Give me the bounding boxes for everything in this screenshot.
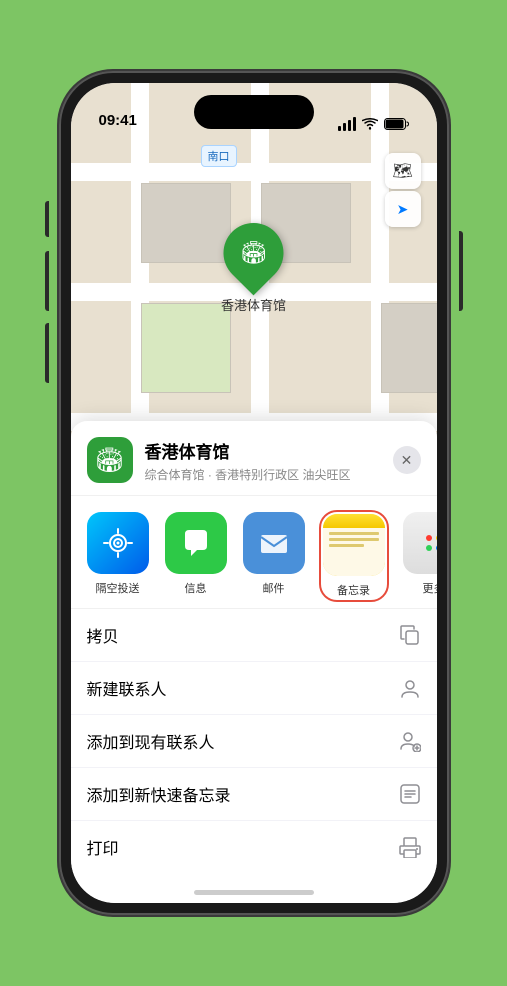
copy-icon — [399, 624, 421, 646]
volume-down-button[interactable] — [45, 323, 49, 383]
battery-icon — [384, 118, 409, 130]
share-app-airdrop[interactable]: 隔空投送 — [87, 512, 149, 596]
share-app-mail[interactable]: 邮件 — [243, 512, 305, 596]
map-type-button[interactable]: 🗺 — [385, 153, 421, 189]
more-icon — [403, 512, 437, 574]
notes-label: 备忘录 — [337, 582, 370, 598]
mail-label: 邮件 — [263, 580, 285, 596]
notes-icon — [323, 514, 385, 576]
location-icon: ➤ — [397, 201, 409, 218]
messages-icon — [165, 512, 227, 574]
add-existing-label: 添加到现有联系人 — [87, 729, 215, 753]
status-icons — [338, 117, 409, 131]
venue-header: 🏟 香港体育馆 综合体育馆 · 香港特别行政区 油尖旺区 ✕ — [71, 421, 437, 496]
stadium-icon: 🏟 — [240, 240, 268, 266]
mute-button[interactable] — [45, 201, 49, 237]
airdrop-icon — [87, 512, 149, 574]
add-existing-contact-icon — [399, 730, 421, 752]
action-add-existing[interactable]: 添加到现有联系人 — [71, 715, 437, 768]
venue-name: 香港体育馆 — [145, 438, 381, 463]
messages-label: 信息 — [185, 580, 207, 596]
phone-screen: 09:41 — [71, 83, 437, 903]
share-row: 隔空投送 信息 — [71, 496, 437, 609]
action-new-contact[interactable]: 新建联系人 — [71, 662, 437, 715]
add-notes-label: 添加到新快速备忘录 — [87, 782, 231, 806]
new-contact-icon — [399, 677, 421, 699]
new-contact-label: 新建联系人 — [87, 676, 167, 700]
close-icon: ✕ — [401, 452, 413, 469]
action-copy[interactable]: 拷贝 — [71, 609, 437, 662]
building — [141, 183, 231, 263]
power-button[interactable] — [459, 231, 463, 311]
venue-subtitle: 综合体育馆 · 香港特别行政区 油尖旺区 — [145, 466, 381, 483]
dynamic-island — [194, 95, 314, 129]
status-time: 09:41 — [99, 112, 137, 131]
action-add-notes[interactable]: 添加到新快速备忘录 — [71, 768, 437, 821]
venue-info: 香港体育馆 综合体育馆 · 香港特别行政区 油尖旺区 — [145, 438, 381, 483]
stadium-venue-icon: 🏟 — [94, 446, 124, 475]
airdrop-label: 隔空投送 — [96, 580, 140, 596]
location-button[interactable]: ➤ — [385, 191, 421, 227]
building — [141, 303, 231, 393]
building — [381, 303, 437, 393]
phone-shell: 09:41 — [59, 71, 449, 915]
share-app-more[interactable]: 更多 — [403, 512, 437, 596]
share-app-messages[interactable]: 信息 — [165, 512, 227, 596]
pin-label: 香港体育馆 — [221, 295, 286, 314]
share-apps-container: 隔空投送 信息 — [87, 512, 421, 600]
mail-icon — [243, 512, 305, 574]
home-indicator — [194, 890, 314, 895]
map-type-icon: 🗺 — [392, 161, 412, 181]
close-button[interactable]: ✕ — [393, 446, 421, 474]
signal-icon — [338, 117, 356, 131]
copy-label: 拷贝 — [87, 623, 119, 647]
action-print[interactable]: 打印 — [71, 821, 437, 873]
pin-circle: 🏟 — [211, 211, 296, 296]
map-label-south-entrance: 南口 — [201, 145, 237, 167]
bottom-sheet: 🏟 香港体育馆 综合体育馆 · 香港特别行政区 油尖旺区 ✕ — [71, 421, 437, 903]
wifi-icon — [362, 118, 378, 130]
print-label: 打印 — [87, 835, 119, 859]
more-label: 更多 — [423, 580, 437, 596]
map-pin: 🏟 香港体育馆 — [221, 223, 286, 314]
share-app-notes[interactable]: 备忘录 — [321, 512, 387, 600]
print-icon — [399, 836, 421, 858]
quick-note-icon — [399, 783, 421, 805]
map-controls: 🗺 ➤ — [385, 153, 421, 227]
volume-up-button[interactable] — [45, 251, 49, 311]
action-list: 拷贝 新建联系人 添加到现有联系人 — [71, 609, 437, 873]
venue-icon: 🏟 — [87, 437, 133, 483]
